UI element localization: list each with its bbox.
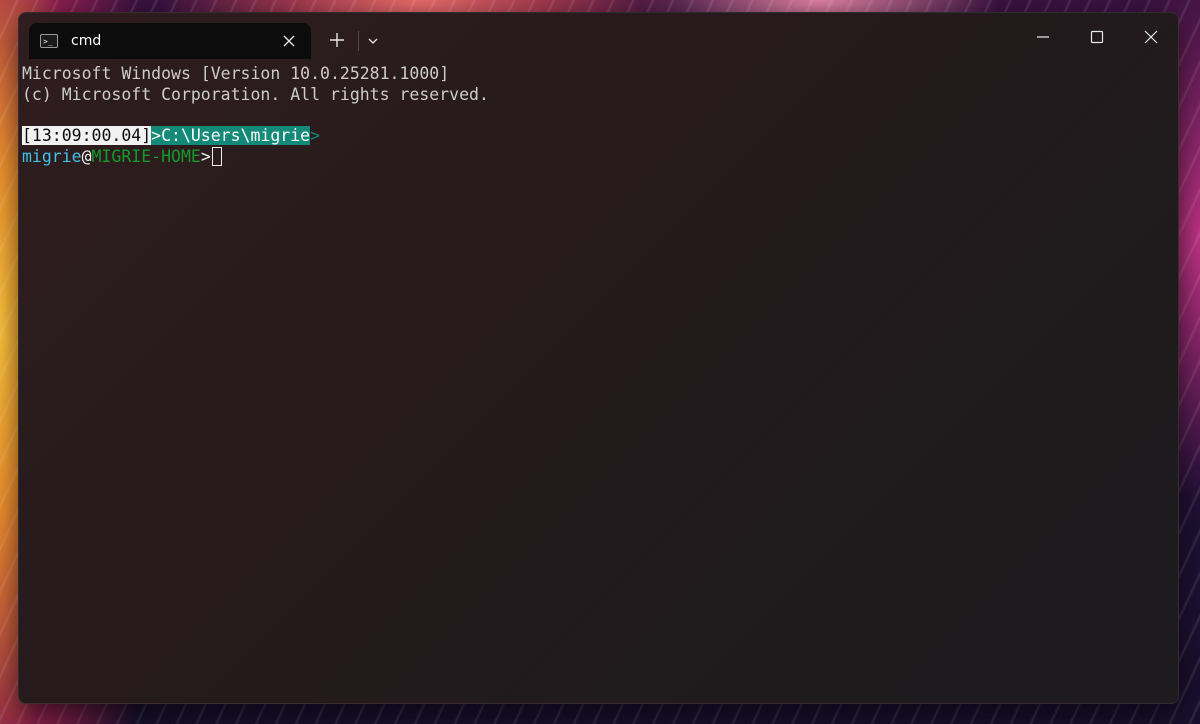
prompt-gt: > xyxy=(200,147,211,166)
prompt-path: >C:\Users\migrie xyxy=(151,126,311,145)
chevron-down-icon[interactable] xyxy=(363,31,383,51)
close-tab-icon[interactable] xyxy=(279,31,299,51)
prompt-line-1: [13:09:00.04]>C:\Users\migrie> xyxy=(22,125,320,146)
close-icon[interactable] xyxy=(1139,25,1163,49)
text-cursor xyxy=(211,147,222,166)
tab-title: cmd xyxy=(71,33,102,49)
prompt-user: migrie xyxy=(22,147,82,166)
tab-separator xyxy=(358,31,359,51)
output-line-version: Microsoft Windows [Version 10.0.25281.10… xyxy=(22,64,450,83)
tab-cmd[interactable]: >_ cmd xyxy=(29,23,311,59)
prompt-at: @ xyxy=(81,147,92,166)
prompt-timestamp: [13:09:00.04] xyxy=(22,126,152,145)
prompt-line-2[interactable]: migrie@MIGRIE-HOME> xyxy=(22,146,222,167)
title-bar[interactable]: >_ cmd xyxy=(19,13,1178,59)
plus-icon[interactable] xyxy=(326,29,348,51)
terminal-icon: >_ xyxy=(40,34,58,48)
output-line-copyright: (c) Microsoft Corporation. All rights re… xyxy=(22,85,489,104)
terminal-output[interactable]: Microsoft Windows [Version 10.0.25281.10… xyxy=(19,59,1178,703)
maximize-icon[interactable] xyxy=(1085,25,1109,49)
prompt-path-arrow: > xyxy=(310,126,321,145)
prompt-host: MIGRIE-HOME xyxy=(91,147,201,166)
terminal-window: >_ cmd Microsoft Windows [Version 10.0.2… xyxy=(18,12,1179,704)
minimize-icon[interactable] xyxy=(1031,25,1055,49)
